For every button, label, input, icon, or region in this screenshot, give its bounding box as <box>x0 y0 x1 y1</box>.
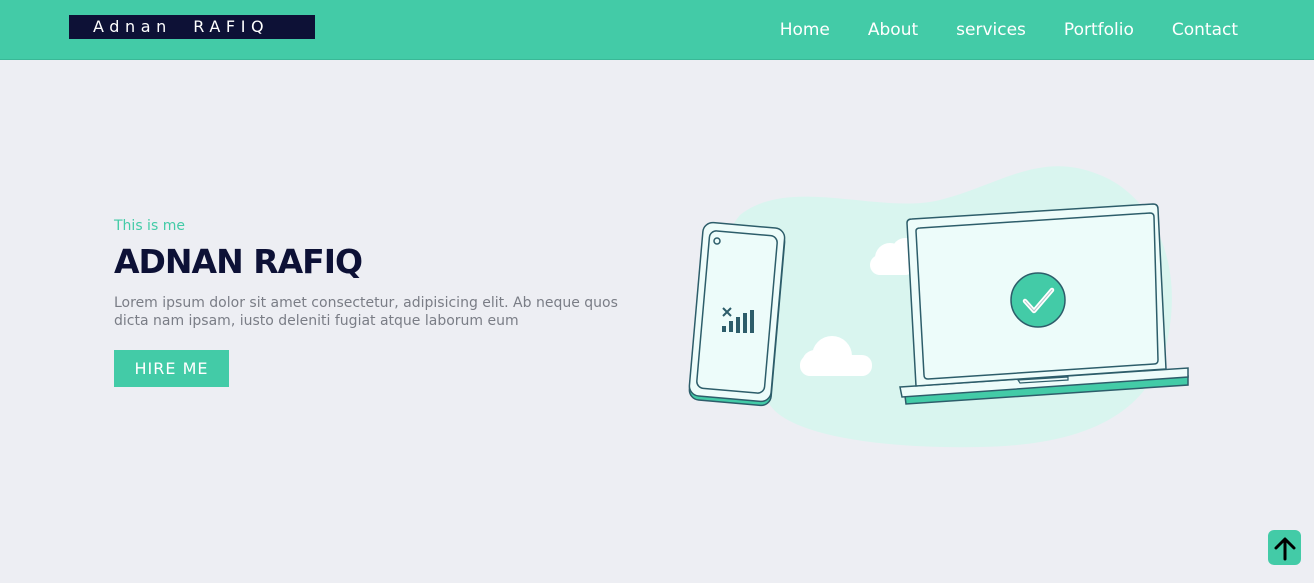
nav-link-contact[interactable]: Contact <box>1172 20 1238 40</box>
nav-link-about[interactable]: About <box>868 20 918 40</box>
arrow-up-icon <box>1274 537 1295 560</box>
check-icon <box>1010 272 1066 328</box>
site-logo[interactable]: Adnan RAFIQ <box>69 15 315 39</box>
hero-section: This is me ADNAN RAFIQ Lorem ipsum dolor… <box>114 216 634 387</box>
scroll-to-top-button[interactable] <box>1268 530 1301 565</box>
hero-intro: This is me <box>114 218 185 234</box>
navbar: Adnan RAFIQ Home About services Portfoli… <box>0 0 1314 60</box>
nav-link-services[interactable]: services <box>956 20 1026 40</box>
hire-me-button[interactable]: HIRE ME <box>114 350 229 387</box>
main-nav: Home About services Portfolio Contact <box>742 0 1238 59</box>
nav-link-home[interactable]: Home <box>780 20 830 40</box>
laptop-icon <box>899 203 1189 405</box>
hero-illustration <box>680 155 1200 455</box>
nav-link-portfolio[interactable]: Portfolio <box>1064 20 1134 40</box>
hero-name: ADNAN RAFIQ <box>114 242 363 281</box>
hero-description: Lorem ipsum dolor sit amet consectetur, … <box>114 295 618 329</box>
phone-icon <box>688 221 786 407</box>
